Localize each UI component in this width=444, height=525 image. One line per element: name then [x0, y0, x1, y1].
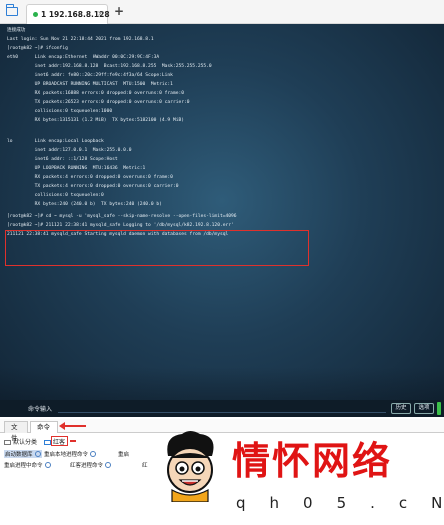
folder-icon	[44, 440, 51, 445]
terminal-line: Last login: Sun Nov 21 22:18:44 2021 fro…	[7, 37, 154, 42]
terminal-line: inet addr:127.0.0.1 Mask:255.0.0.0	[7, 148, 132, 153]
command-item[interactable]: 启动数据库	[4, 450, 42, 458]
add-tab-icon[interactable]: +	[114, 4, 124, 18]
command-input-bar: 命令输入 历史 选项	[0, 400, 444, 417]
command-input[interactable]	[58, 404, 386, 413]
status-indicator	[437, 402, 441, 415]
command-item[interactable]: 红	[142, 461, 148, 469]
terminal-line: collisions:0 txqueuelen:0	[7, 193, 104, 198]
gear-icon[interactable]	[34, 451, 41, 457]
command-item-label: 红客进程命令	[70, 463, 104, 469]
terminal-line: inet6 addr: fe80::20c:29ff:fe9c:4f3a/64 …	[7, 73, 173, 78]
terminal-line: [root@k82 ~]# cd ~ mysql -u 'mysql_safe …	[7, 214, 237, 219]
terminal-line: RX packets:4 errors:0 dropped:0 overruns…	[7, 175, 173, 180]
terminal-line: RX packets:16888 errors:0 dropped:0 over…	[7, 91, 185, 96]
terminal-line: [root@k82 ~]# 211121 22:38:41 mysqld_saf…	[7, 223, 234, 228]
command-item[interactable]: 重启本地进程命令	[44, 450, 97, 458]
terminal-line: RX bytes:240 (240.0 b) TX bytes:240 (240…	[7, 202, 162, 207]
terminal-line: TX packets:26523 errors:0 dropped:0 over…	[7, 100, 190, 105]
command-item-label: 重启	[118, 452, 130, 458]
gear-icon[interactable]	[90, 451, 97, 457]
tab-file[interactable]: 文件	[4, 421, 28, 442]
options-button[interactable]: 选项	[414, 403, 434, 414]
tab-command[interactable]: 命令	[30, 421, 58, 433]
category-default[interactable]: 默认分类	[4, 437, 37, 446]
command-item-label: 重启本地进程命令	[44, 452, 89, 458]
terminal-line: TX packets:4 errors:0 dropped:0 overruns…	[7, 184, 179, 189]
command-item[interactable]: 重启	[118, 450, 129, 458]
terminal-view[interactable]: 连接成功 Last login: Sun Nov 21 22:18:44 2021…	[0, 24, 444, 417]
close-icon[interactable]: ×	[97, 9, 104, 18]
terminal-line: inet addr:192.168.8.128 Bcast:192.168.8.…	[7, 64, 212, 69]
annotation-arrow	[70, 440, 76, 442]
history-button[interactable]: 历史	[391, 403, 411, 414]
mascot-face-icon	[167, 431, 214, 502]
terminal-line: inet6 addr: ::1/128 Scope:Host	[7, 157, 118, 162]
gear-icon[interactable]	[105, 462, 112, 468]
folder-icon[interactable]	[5, 4, 18, 16]
watermark-subtitle: qh05.cN	[236, 494, 444, 512]
folder-icon	[4, 440, 11, 445]
terminal-line: UP BROADCAST RUNNING MULTICAST MTU:1500 …	[7, 82, 173, 87]
connected-status-icon	[33, 12, 38, 17]
command-input-label: 命令输入	[28, 406, 53, 413]
watermark-title: 情怀网络	[232, 438, 393, 483]
category-default-label: 默认分类	[13, 439, 38, 446]
terminal-line: 连接成功	[7, 28, 26, 33]
terminal-line: [root@k82 ~]# ifconfig	[7, 46, 68, 51]
gear-icon[interactable]	[44, 462, 51, 468]
terminal-line: eth0 Link encap:Ethernet HWaddr 00:0C:29…	[7, 55, 160, 60]
tab-bar: 1 192.168.8.128 × +	[0, 0, 444, 24]
terminal-line: UP LOOPBACK RUNNING MTU:16436 Metric:1	[7, 166, 146, 171]
watermark: 情怀网络 qh05.cN	[160, 424, 444, 525]
command-item-label: 重启进程中命令	[4, 463, 43, 469]
terminal-line: 211121 22:38:41 mysqld_safe Starting mys…	[7, 232, 229, 237]
command-item-label: 红	[142, 463, 148, 469]
command-item[interactable]: 重启进程中命令	[4, 461, 51, 469]
session-tab[interactable]: 1 192.168.8.128 ×	[26, 4, 110, 24]
terminal-line: lo Link encap:Local Loopback	[7, 139, 104, 144]
annotation-arrow	[59, 422, 86, 430]
command-item[interactable]: 红客进程命令	[70, 461, 112, 469]
highlight-box-category	[51, 436, 68, 446]
command-item-label: 启动数据库	[5, 452, 33, 458]
terminal-line: collisions:0 txqueuelen:1000	[7, 109, 113, 114]
terminal-line: RX bytes:1315131 (1.2 MiB) TX bytes:5182…	[7, 118, 185, 123]
